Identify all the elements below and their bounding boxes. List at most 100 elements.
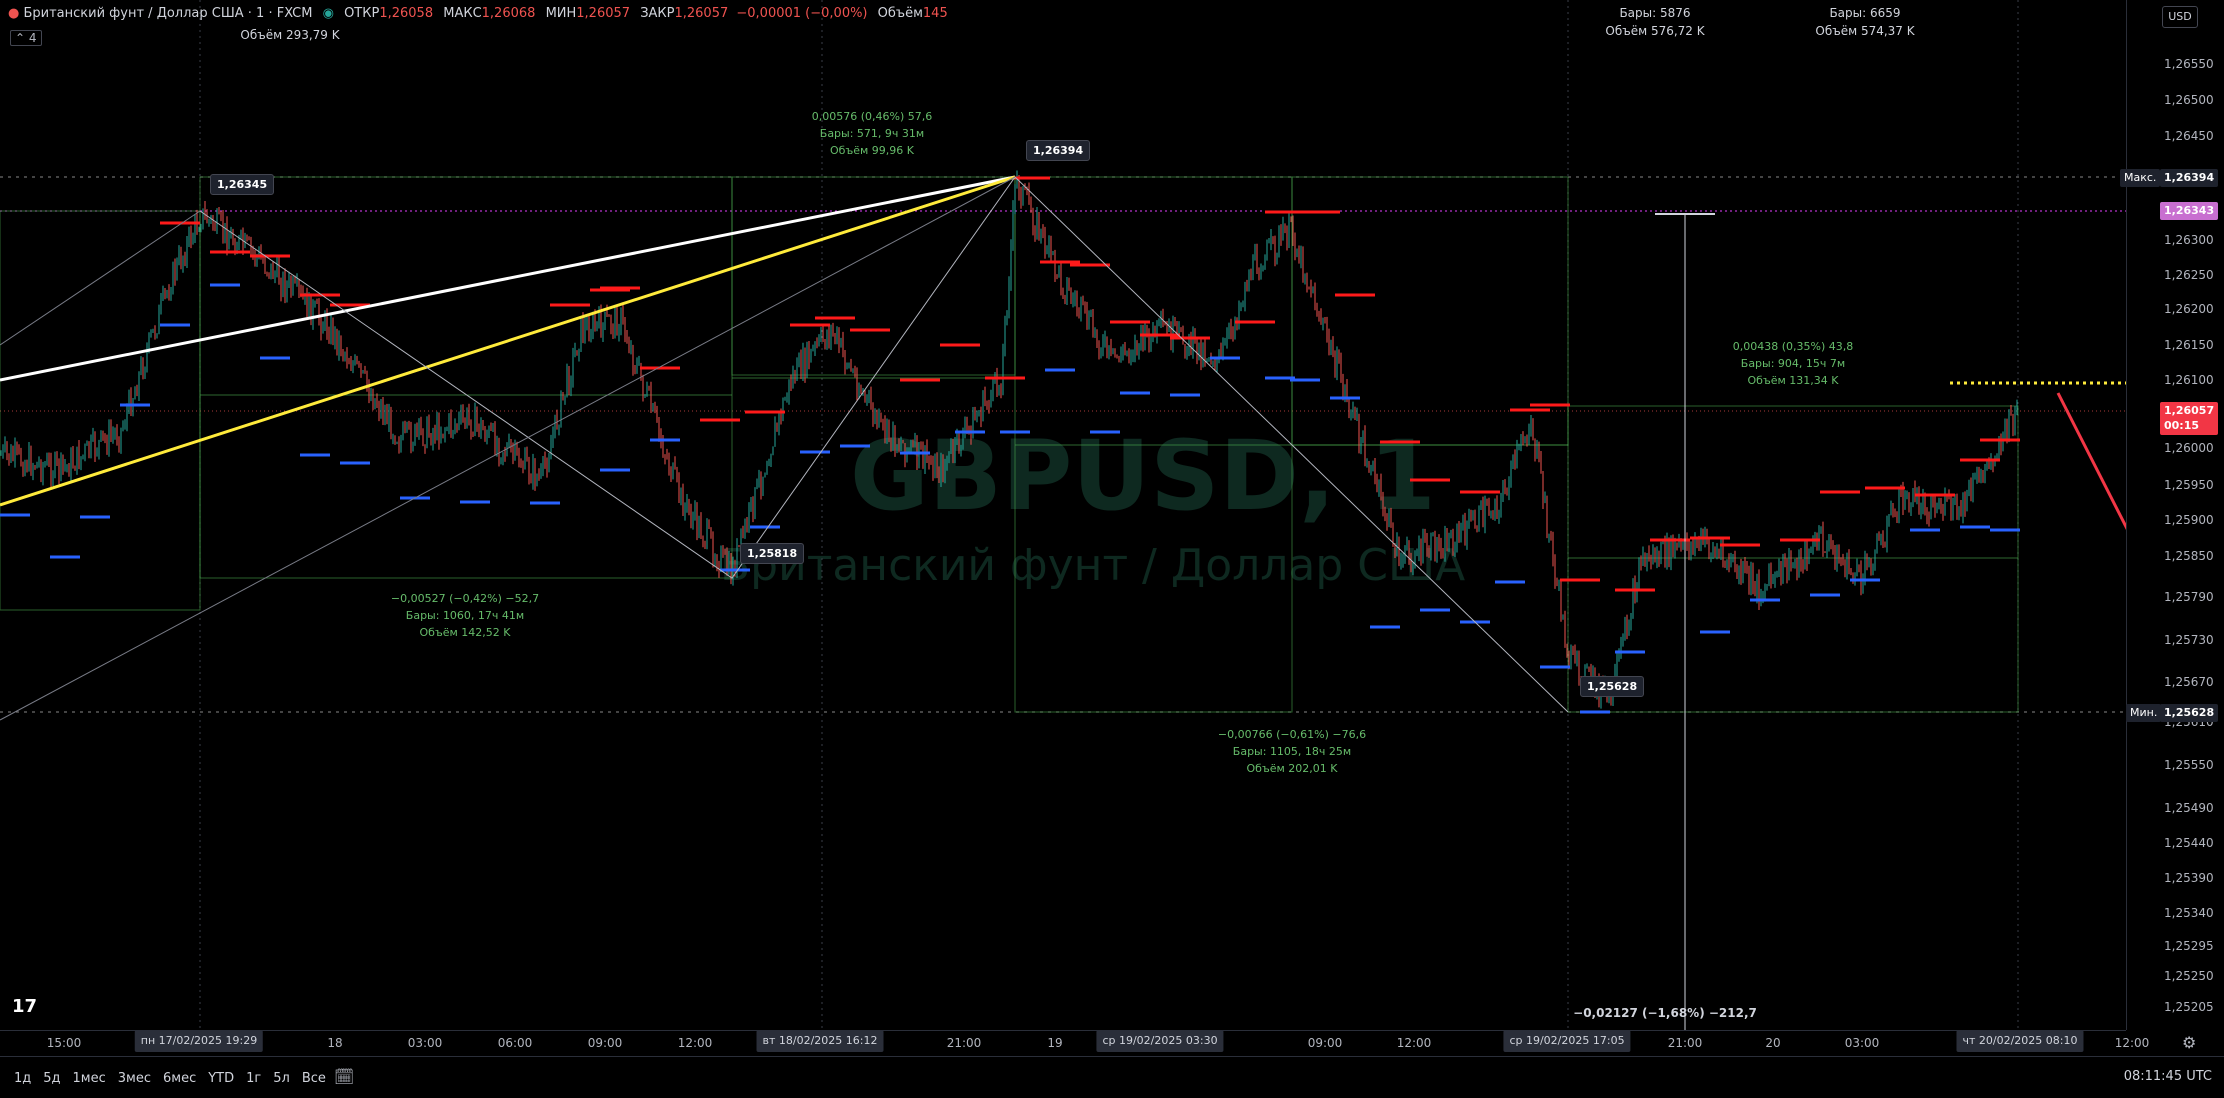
range-bars: Бары: 571, 9ч 31м: [819, 127, 925, 140]
time-tick-label: 09:00: [1307, 1036, 1343, 1050]
time-tick-label: 12:00: [677, 1036, 713, 1050]
range-volume-top: Объём 293,79 K: [240, 28, 340, 42]
price-tick-label: 1,25950: [2164, 478, 2214, 492]
volume-value: 145: [922, 6, 948, 21]
max-price-badge: Макс.: [2120, 169, 2161, 187]
min-price-label: Мин.: [2126, 704, 2162, 722]
price-tick-label: 1,25295: [2164, 939, 2214, 953]
range-volume: Объём 99,96 K: [830, 144, 914, 157]
pink-level-badge: 1,26343: [2160, 202, 2219, 220]
measure-box: [199, 176, 733, 579]
range-change: 0,00576 (0,46%) 57,6: [811, 110, 933, 123]
timeframe-button[interactable]: 6мес: [163, 1071, 196, 1086]
chart-logo-icon: ●: [8, 6, 20, 21]
price-tick-label: 1,25850: [2164, 549, 2214, 563]
current-price-badge: 1,26057 00:15: [2160, 402, 2219, 435]
price-tick-label: 1,25205: [2164, 1000, 2214, 1014]
range-measure-label: 0,00438 (0,35%) 43,8 Бары: 904, 15ч 7м О…: [1733, 338, 1854, 389]
range-bars: Бары: 6659: [1829, 6, 1901, 20]
timeframe-button[interactable]: 1д: [14, 1071, 31, 1086]
timeframe-button[interactable]: 1мес: [73, 1071, 106, 1086]
timeframe-button[interactable]: Все: [302, 1071, 326, 1086]
time-tick-label: 12:00: [2114, 1036, 2150, 1050]
collapse-indicators-button[interactable]: ⌃ 4: [10, 30, 42, 46]
close-value: 1,26057: [674, 6, 729, 21]
timeframe-button[interactable]: 1г: [246, 1071, 261, 1086]
price-callout[interactable]: 1,25628: [1580, 676, 1645, 697]
timeframe-button[interactable]: 5л: [273, 1071, 290, 1086]
time-tick-label: 03:00: [407, 1036, 443, 1050]
currency-button[interactable]: USD: [2162, 6, 2198, 28]
price-callout[interactable]: 1,26394: [1026, 140, 1091, 161]
price-tick-label: 1,25900: [2164, 513, 2214, 527]
symbol-name[interactable]: Британский фунт / Доллар США · 1 · FXCM: [23, 6, 312, 21]
timeframe-button[interactable]: YTD: [208, 1071, 234, 1086]
timeframe-buttons: 1д 5д 1мес 3мес 6мес YTD 1г 5л Все: [14, 1067, 338, 1086]
indicator-count: 4: [28, 31, 37, 45]
time-crosshair-badge: чт 20/02/2025 08:10: [1956, 1030, 2084, 1052]
time-crosshair-badge: вт 18/02/2025 16:12: [756, 1030, 884, 1052]
price-tick-label: 1,25550: [2164, 758, 2214, 772]
range-volume: Объём 576,72 K: [1605, 24, 1705, 38]
timeframe-button[interactable]: 3мес: [118, 1071, 151, 1086]
open-value: 1,26058: [379, 6, 434, 21]
symbol-legend: ● Британский фунт / Доллар США · 1 · FXC…: [8, 6, 948, 21]
high-label: МАКС: [443, 6, 482, 21]
bars-range-label: Бары: 5876 Объём 576,72 K: [1605, 4, 1704, 40]
time-tick-label: 18: [327, 1036, 343, 1050]
time-tick-label: 06:00: [497, 1036, 533, 1050]
price-tick-label: 1,25250: [2164, 969, 2214, 983]
low-label: МИН: [545, 6, 577, 21]
close-label: ЗАКР: [640, 6, 675, 21]
range-measure-label: −0,00527 (−0,42%) −52,7 Бары: 1060, 17ч …: [391, 590, 539, 641]
measure-box: [1567, 405, 2019, 713]
clock[interactable]: 08:11:45 UTC: [2124, 1069, 2212, 1084]
price-tick-label: 1,25670: [2164, 675, 2214, 689]
price-tick-label: 1,25340: [2164, 906, 2214, 920]
chart-pane[interactable]: GBPUSD, 1 Британский фунт / Доллар США ●…: [0, 0, 2126, 1030]
range-measure-label: 0,00576 (0,46%) 57,6 Бары: 571, 9ч 31м О…: [812, 108, 933, 159]
measure-box: [1291, 176, 1569, 446]
range-bars: Бары: 904, 15ч 7м: [1740, 357, 1846, 370]
market-status-icon: ◉: [322, 6, 334, 21]
time-axis[interactable]: [0, 1030, 2126, 1057]
time-tick-label: 03:00: [1844, 1036, 1880, 1050]
timeframe-button[interactable]: 5д: [43, 1071, 60, 1086]
price-tick-label: 1,25730: [2164, 633, 2214, 647]
high-value: 1,26068: [481, 6, 536, 21]
time-tick-label: 15:00: [46, 1036, 82, 1050]
range-volume: Объём 574,37 K: [1815, 24, 1915, 38]
time-crosshair-badge: ср 19/02/2025 03:30: [1096, 1030, 1224, 1052]
settings-gear-icon[interactable]: ⚙: [2182, 1033, 2196, 1052]
price-tick-label: 1,26250: [2164, 268, 2214, 282]
range-volume: Объём 142,52 K: [419, 626, 511, 639]
bottom-toolbar: 1д 5д 1мес 3мес 6мес YTD 1г 5л Все 🗓 08:11:45 UT…: [0, 1056, 2224, 1098]
price-tick-label: 1,26200: [2164, 302, 2214, 316]
price-tick-label: 1,26500: [2164, 93, 2214, 107]
price-tick-label: 1,26000: [2164, 441, 2214, 455]
open-label: ОТКР: [344, 6, 380, 21]
max-price-value: 1,26394: [2160, 169, 2219, 187]
go-to-date-icon[interactable]: 🗓: [334, 1067, 354, 1086]
time-crosshair-badge: пн 17/02/2025 19:29: [134, 1030, 264, 1052]
change-value: −0,00001 (−0,00%): [736, 6, 868, 21]
range-bars: Бары: 1060, 17ч 41м: [405, 609, 525, 622]
bars-range-label: Бары: 6659 Объём 574,37 K: [1815, 4, 1914, 40]
max-label: Макс.: [2124, 171, 2157, 184]
range-volume: Объём 131,34 K: [1747, 374, 1839, 387]
price-tick-label: 1,26150: [2164, 338, 2214, 352]
range-measure-label: −0,00766 (−0,61%) −76,6 Бары: 1105, 18ч …: [1218, 726, 1366, 777]
price-callout[interactable]: 1,25818: [740, 543, 805, 564]
min-price-value: 1,25628: [2160, 704, 2219, 722]
chevron-up-icon: ⌃: [15, 31, 26, 45]
tradingview-logo-icon[interactable]: 17: [12, 996, 37, 1017]
level-marks: [0, 176, 2020, 714]
price-callout[interactable]: 1,26345: [210, 174, 275, 195]
time-tick-label: 20: [1765, 1036, 1781, 1050]
time-tick-label: 09:00: [587, 1036, 623, 1050]
time-tick-label: 19: [1047, 1036, 1063, 1050]
range-bars: Бары: 1105, 18ч 25м: [1232, 745, 1352, 758]
time-tick-label: 21:00: [1667, 1036, 1703, 1050]
current-price: 1,26057: [2164, 404, 2215, 417]
price-tick-label: 1,26450: [2164, 129, 2214, 143]
